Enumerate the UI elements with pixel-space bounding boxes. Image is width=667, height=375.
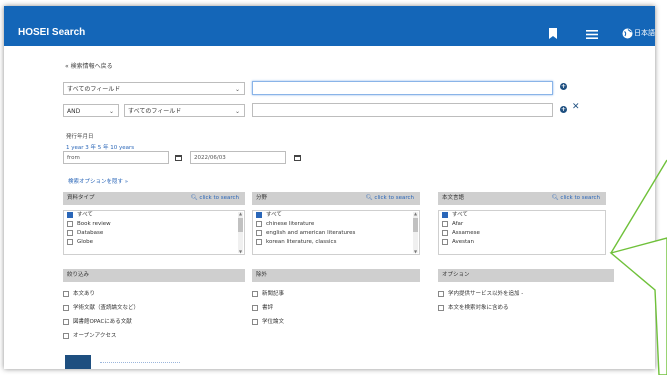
refine-option-opac[interactable]: 図書館OPACにある文献 — [63, 317, 132, 325]
checkbox[interactable] — [252, 290, 258, 297]
list-item[interactable]: すべて — [253, 211, 419, 220]
facet-header-subject: 分野 🔍︎ click to search — [252, 192, 420, 205]
date-label: 発行年月日 — [66, 134, 94, 140]
top-bar: HOSEI Search 日本語 — [4, 6, 655, 46]
scroll-down-icon[interactable]: ▼ — [413, 249, 418, 254]
hide-options-link[interactable]: 検索オプションを隠す » — [68, 177, 128, 185]
checkbox[interactable] — [442, 211, 448, 218]
checkbox[interactable] — [442, 229, 448, 236]
checkbox[interactable] — [63, 304, 69, 311]
checkbox[interactable] — [67, 220, 73, 227]
exclude-option-newspaper[interactable]: 新聞記事 — [252, 289, 284, 297]
checkbox[interactable] — [256, 229, 262, 236]
facet-header-language: 本文言語 🔍︎ click to search — [438, 192, 606, 205]
checkbox[interactable] — [442, 238, 448, 245]
facet-title: 資料タイプ — [67, 195, 95, 201]
facet-title: 分野 — [256, 195, 268, 201]
operator-select-value: AND — [67, 108, 81, 115]
search-button[interactable] — [65, 355, 91, 369]
bookmark-icon[interactable] — [549, 28, 557, 39]
field-select-2-value: すべてのフィールド — [128, 108, 182, 115]
list-item[interactable]: Avestan — [439, 238, 605, 247]
exclude-header: 除外 — [252, 269, 420, 282]
facet-search-link[interactable]: 🔍︎ click to search — [191, 192, 239, 205]
checkbox[interactable] — [63, 290, 69, 297]
list-item[interactable]: Assamese — [439, 229, 605, 238]
checkbox[interactable] — [67, 238, 73, 245]
list-item[interactable]: Globe — [64, 238, 244, 247]
checkbox[interactable] — [252, 318, 258, 325]
checkbox[interactable] — [67, 229, 73, 236]
remove-row-icon[interactable]: ✕ — [572, 102, 580, 112]
checkbox[interactable] — [438, 290, 444, 297]
facet-search-link[interactable]: 🔍︎ click to search — [366, 192, 414, 205]
checkbox[interactable] — [442, 220, 448, 227]
list-item[interactable]: すべて — [64, 211, 244, 220]
list-item[interactable]: chinese literature — [253, 220, 419, 229]
back-link[interactable]: « 検索情報へ戻る — [65, 61, 113, 70]
checkbox[interactable] — [256, 211, 262, 218]
language-switch[interactable]: 日本語 — [634, 28, 655, 38]
year-shortcuts[interactable]: 1 year 3 年 5 年 10 years — [66, 143, 134, 151]
facet-list-type[interactable]: すべて Book review Database Globe ▲ ▼ — [63, 210, 245, 255]
field-select-1[interactable]: すべてのフィールド ⌄ — [63, 82, 245, 95]
facet-list-language[interactable]: すべて Afar Assamese Avestan — [438, 210, 606, 255]
field-select-2[interactable]: すべてのフィールド ⌄ — [124, 104, 245, 117]
search-input-2[interactable] — [252, 103, 553, 117]
search-input-1[interactable] — [252, 81, 553, 95]
checkbox[interactable] — [67, 211, 73, 218]
chevron-down-icon: ⌄ — [108, 108, 114, 115]
option-search-fulltext[interactable]: 本文を検索対象に含める — [438, 303, 509, 311]
list-item[interactable]: Book review — [64, 220, 244, 229]
refine-option-open-access[interactable]: オープンアクセス — [63, 331, 116, 339]
checkbox[interactable] — [63, 332, 69, 339]
scroll-up-icon[interactable]: ▲ — [413, 211, 418, 216]
options-header: オプション — [438, 269, 614, 282]
checkbox[interactable] — [438, 304, 444, 311]
logo[interactable]: HOSEI Search — [18, 27, 85, 38]
list-item[interactable]: Afar — [439, 220, 605, 229]
scrollbar-thumb[interactable] — [238, 218, 243, 232]
list-item[interactable]: english and american literatures — [253, 229, 419, 238]
refine-header: 絞り込み — [63, 269, 245, 282]
checkbox[interactable] — [63, 318, 69, 325]
add-row-icon[interactable]: + — [560, 83, 567, 90]
field-select-1-value: すべてのフィールド — [67, 86, 121, 93]
list-item[interactable]: korean literature, classics — [253, 238, 419, 247]
chevron-down-icon: ⌄ — [234, 108, 240, 115]
menu-icon[interactable] — [586, 30, 598, 39]
facet-header-type: 資料タイプ 🔍︎ click to search — [63, 192, 245, 205]
date-to-input[interactable]: 2022/06/03 — [190, 151, 286, 164]
checkbox[interactable] — [256, 238, 262, 245]
refine-option-peer-reviewed[interactable]: 学術文献（査読論文など） — [63, 303, 139, 311]
browser-page: HOSEI Search 日本語 « 検索情報へ戻る すべてのフィールド ⌄ +… — [4, 6, 655, 369]
facet-title: 本文言語 — [442, 195, 465, 201]
facet-list-subject[interactable]: すべて chinese literature english and ameri… — [252, 210, 420, 255]
checkbox[interactable] — [252, 304, 258, 311]
scrollbar-thumb[interactable] — [413, 218, 418, 232]
facet-search-link[interactable]: 🔍︎ click to search — [552, 192, 600, 205]
operator-select[interactable]: AND ⌄ — [63, 104, 119, 117]
date-from-input[interactable]: from — [63, 151, 169, 164]
add-row-icon[interactable]: + — [560, 106, 567, 113]
scroll-down-icon[interactable]: ▼ — [238, 249, 243, 254]
calendar-icon[interactable] — [294, 155, 301, 161]
chevron-down-icon: ⌄ — [234, 86, 240, 93]
option-external-services[interactable]: 学内提供サービス以外を追加 - — [438, 289, 523, 297]
list-item[interactable]: Database — [64, 229, 244, 238]
exclude-option-thesis[interactable]: 学位論文 — [252, 317, 284, 325]
clear-link[interactable] — [100, 362, 180, 366]
exclude-option-review[interactable]: 書評 — [252, 303, 273, 311]
globe-icon[interactable] — [622, 28, 633, 39]
scroll-up-icon[interactable]: ▲ — [238, 211, 243, 216]
refine-option-fulltext[interactable]: 本文あり — [63, 289, 95, 297]
list-item[interactable]: すべて — [439, 211, 605, 220]
checkbox[interactable] — [256, 220, 262, 227]
calendar-icon[interactable] — [175, 155, 182, 161]
